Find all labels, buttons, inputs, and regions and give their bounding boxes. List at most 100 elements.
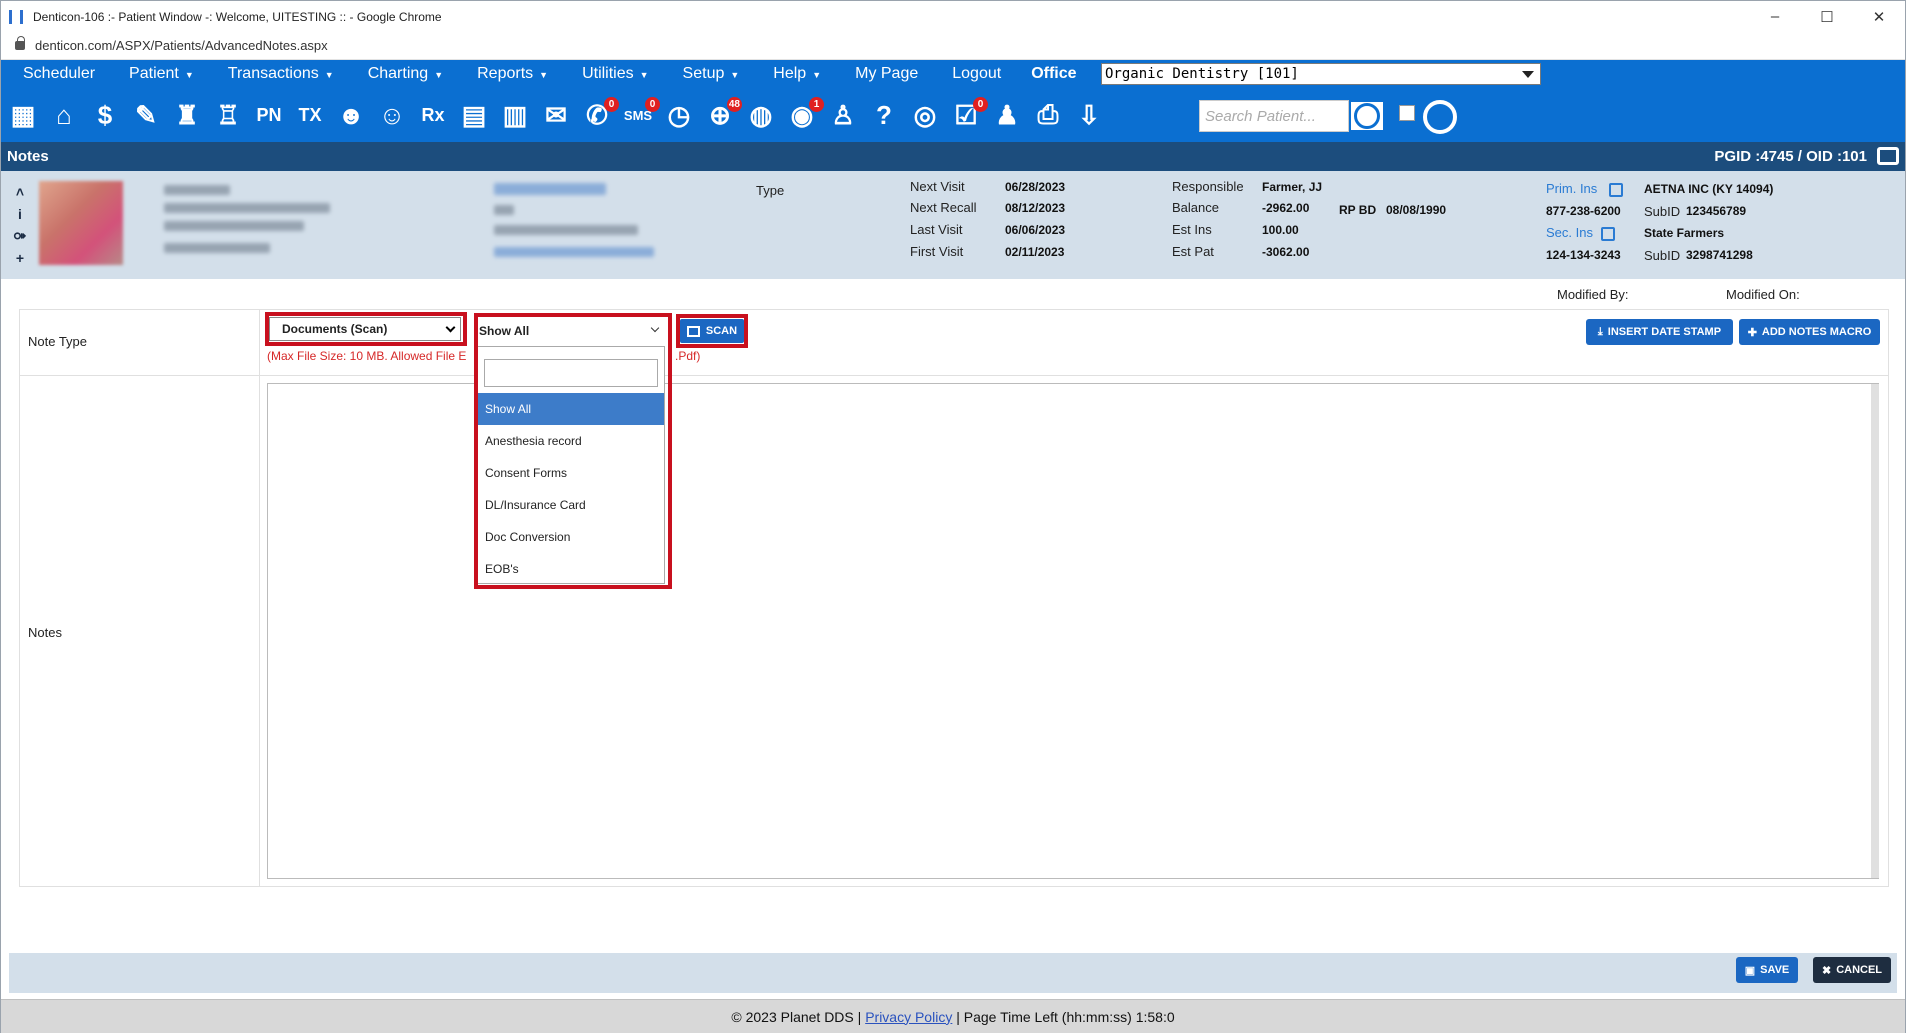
redacted-text xyxy=(494,247,654,257)
tooth-icon[interactable]: ♙ xyxy=(825,97,861,133)
web-icon[interactable]: ⊕ 48 xyxy=(702,97,742,133)
toolbar-icon-glyph: Rx xyxy=(421,104,445,125)
toolbar-icon-glyph: PN xyxy=(256,104,282,125)
home-icon[interactable]: ⌂ xyxy=(46,97,82,133)
financial-label: Est Ins xyxy=(1172,222,1212,237)
info-icon[interactable]: i xyxy=(18,203,22,225)
main-menu-bar: Scheduler Patient ▼ Transactions ▼ Charting ▼ R… xyxy=(1,60,1905,88)
menu-my-page[interactable]: My Page xyxy=(855,65,918,83)
toolbar-icon-glyph: ? xyxy=(876,99,892,130)
add-notes-macro-button[interactable]: ✚ ADD NOTES MACRO xyxy=(1739,319,1880,345)
prim-ins-name: AETNA INC (KY 14094) xyxy=(1644,182,1774,196)
menu-setup[interactable]: Setup ▼ xyxy=(683,65,740,83)
messages-icon[interactable]: ✆ 0 xyxy=(579,97,619,133)
visit-date: 02/11/2023 xyxy=(1005,245,1065,259)
print-icon[interactable]: ⎙ xyxy=(1030,97,1066,133)
mail-icon[interactable]: ✉ xyxy=(538,97,574,133)
privacy-policy-link[interactable]: Privacy Policy xyxy=(865,1009,952,1025)
prim-subid-label: SubID xyxy=(1644,204,1681,219)
support-icon[interactable]: ◍ xyxy=(743,97,779,133)
toolbar-checkbox[interactable] xyxy=(1399,105,1415,121)
prim-ins-label[interactable]: Prim. Ins xyxy=(1546,181,1597,196)
advanced-search-icon[interactable] xyxy=(1423,100,1457,134)
menu-scheduler[interactable]: Scheduler xyxy=(23,65,95,83)
menu-patient[interactable]: Patient ▼ xyxy=(129,65,194,83)
sec-ins-phone: 124-134-3243 xyxy=(1546,248,1621,262)
printer-icon[interactable] xyxy=(1877,147,1899,165)
financial-label: Responsible xyxy=(1172,179,1244,194)
file-size-hint: (Max File Size: 10 MB. Allowed File E xyxy=(267,349,467,363)
dollar-icon[interactable]: $ xyxy=(87,97,123,133)
notification-badge: 48 xyxy=(726,97,742,112)
visit-date: 06/28/2023 xyxy=(1005,180,1066,194)
sec-ins-name: State Farmers xyxy=(1644,226,1725,240)
redacted-text xyxy=(164,243,270,253)
url-text[interactable]: denticon.com/ASPX/Patients/AdvancedNotes… xyxy=(35,38,328,53)
tooth-chart-icon[interactable]: ♜ xyxy=(169,97,205,133)
floppy-icon: ▣ xyxy=(1744,964,1756,977)
menu-logout[interactable]: Logout xyxy=(952,65,1001,83)
patient-search-user-icon[interactable] xyxy=(1349,100,1385,132)
calendar-icon[interactable]: ▦ xyxy=(5,97,41,133)
maximize-icon[interactable]: ☐ xyxy=(1801,1,1853,32)
tx-icon[interactable]: TX xyxy=(292,97,328,133)
edit-prim-ins-icon[interactable] xyxy=(1609,183,1623,197)
globe-search-icon[interactable]: ◎ xyxy=(907,97,943,133)
edit-sec-ins-icon[interactable] xyxy=(1601,227,1615,241)
add-patient-icon[interactable]: ☻ xyxy=(333,97,369,133)
collapse-icon[interactable]: ˄ xyxy=(16,181,24,203)
sms-icon[interactable]: SMS 0 xyxy=(620,97,660,133)
clock-icon[interactable]: ◷ xyxy=(661,97,697,133)
modified-by-label: Modified By: xyxy=(1557,287,1629,302)
family-icon[interactable]: ♟ xyxy=(989,97,1025,133)
page-time-left: | Page Time Left (hh:mm:ss) 1:58:0 xyxy=(956,1008,1175,1025)
file-size-hint-tail: .Pdf) xyxy=(675,349,701,363)
rx-icon[interactable]: Rx xyxy=(415,97,451,133)
notes-scrollbar[interactable] xyxy=(1871,384,1879,878)
redacted-text xyxy=(494,183,606,195)
close-icon[interactable]: ✕ xyxy=(1853,1,1905,32)
sec-ins-label[interactable]: Sec. Ins xyxy=(1546,225,1593,240)
insert-date-stamp-button[interactable]: ⤓ INSERT DATE STAMP xyxy=(1586,319,1733,345)
save-button[interactable]: ▣ SAVE xyxy=(1736,957,1798,983)
cancel-button[interactable]: ✖ CANCEL xyxy=(1813,957,1891,983)
caret-down-icon: ▼ xyxy=(184,70,194,80)
toolbar-icon-glyph: $ xyxy=(97,99,113,130)
toolbar-icons: ▦ ⌂ $ ✎ ♜ ♖ PN TX ☻ ☺ Rx ▤ ▥ ✉ ✆ 0 SMS 0 ◷ ⊕ 48 ◍ ◉ 1 ♙? ◎ ☑ 0 ♟ ⎙ ⇩ xyxy=(5,97,1112,133)
notification-badge: 0 xyxy=(645,97,660,112)
pn-icon[interactable]: PN xyxy=(251,97,287,133)
download-icon[interactable]: ⇩ xyxy=(1071,97,1107,133)
alerts-icon[interactable]: ◉ 1 xyxy=(784,97,824,133)
minimize-icon[interactable]: – xyxy=(1749,1,1801,32)
perio-icon[interactable]: ♖ xyxy=(210,97,246,133)
note-type-label: Note Type xyxy=(28,334,88,349)
prim-subid: 123456789 xyxy=(1686,204,1747,218)
menu-label: Charting xyxy=(367,65,429,82)
search-patient-input[interactable]: Search Patient... xyxy=(1199,100,1349,132)
patient-photo xyxy=(39,181,123,265)
edit-chart-icon[interactable]: ✎ xyxy=(128,97,164,133)
caret-down-icon: ▼ xyxy=(812,70,822,80)
toolbar-icon-glyph: ☻ xyxy=(337,99,365,130)
add-family-icon[interactable]: ☺ xyxy=(374,97,410,133)
menu-label: My Page xyxy=(855,65,919,82)
toolbar-icon-glyph: ✉ xyxy=(545,99,567,130)
menu-reports[interactable]: Reports ▼ xyxy=(477,65,548,83)
plus-icon[interactable]: + xyxy=(16,247,24,269)
menu-utilities[interactable]: Utilities ▼ xyxy=(582,65,648,83)
paperclip-icon[interactable]: ⚩ xyxy=(14,225,26,247)
forms-icon[interactable]: ☑ 0 xyxy=(948,97,988,133)
cancel-label: CANCEL xyxy=(1836,964,1883,976)
menu-help[interactable]: Help ▼ xyxy=(773,65,821,83)
tooth-question-icon[interactable]: ? xyxy=(866,97,902,133)
menu-transactions[interactable]: Transactions ▼ xyxy=(228,65,334,83)
toolbar-icon-glyph: ◍ xyxy=(749,99,773,130)
notification-badge: 1 xyxy=(809,97,824,112)
financial-value: -3062.00 xyxy=(1262,245,1310,259)
menu-charting[interactable]: Charting ▼ xyxy=(368,65,443,83)
office-select[interactable]: Organic Dentistry [101] xyxy=(1101,63,1541,85)
plus-icon: ✚ xyxy=(1747,326,1757,339)
documents-icon[interactable]: ▥ xyxy=(497,97,533,133)
notes-icon[interactable]: ▤ xyxy=(456,97,492,133)
address-bar[interactable]: denticon.com/ASPX/Patients/AdvancedNotes… xyxy=(1,32,1905,60)
